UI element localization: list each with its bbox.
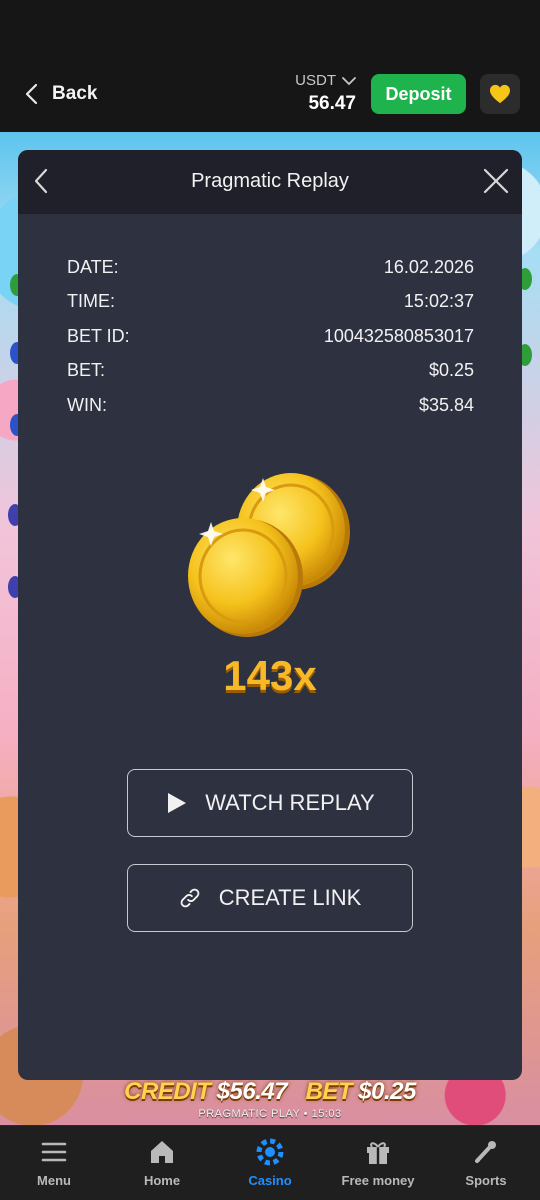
nav-label: Menu xyxy=(37,1173,71,1188)
info-label: DATE: xyxy=(67,257,119,277)
casino-icon xyxy=(256,1138,284,1166)
info-value: 100432580853017 xyxy=(323,325,474,346)
game-credit-line: CREDIT $56.47 BET $0.25 xyxy=(0,1078,540,1106)
currency-label: USDT xyxy=(295,72,336,89)
info-row-bet: BET: $0.25 xyxy=(67,360,474,394)
info-value: 15:02:37 xyxy=(403,291,474,312)
nav-sports[interactable]: Sports xyxy=(432,1126,540,1200)
back-button[interactable]: Back xyxy=(24,80,97,108)
credit-label: CREDIT xyxy=(124,1078,211,1105)
menu-icon xyxy=(41,1142,67,1162)
credit-value: $56.47 xyxy=(216,1078,288,1105)
bottom-nav: Menu Home Casino Free money Sports xyxy=(0,1125,540,1200)
close-icon[interactable] xyxy=(482,167,510,195)
info-row-date: DATE: 16.02.2026 xyxy=(67,257,474,291)
bet-value: $0.25 xyxy=(358,1078,416,1105)
create-link-label: CREATE LINK xyxy=(218,885,362,910)
bet-label: BET xyxy=(305,1078,353,1105)
nav-label: Casino xyxy=(248,1173,292,1188)
modal-title: Pragmatic Replay xyxy=(191,170,349,192)
nav-free-money[interactable]: Free money xyxy=(324,1126,432,1200)
info-value: $0.25 xyxy=(428,360,474,381)
nav-home[interactable]: Home xyxy=(108,1126,216,1200)
coins-icon xyxy=(188,473,350,637)
win-multiplier: 143x xyxy=(223,652,317,699)
info-row-time: TIME: 15:02:37 xyxy=(67,291,474,325)
info-label: BET ID: xyxy=(67,325,130,346)
wallet-balance[interactable]: USDT 56.47 xyxy=(295,72,356,115)
info-value: 16.02.2026 xyxy=(383,257,474,277)
currency-selector[interactable]: USDT xyxy=(295,72,356,89)
modal-header: Pragmatic Replay xyxy=(18,150,522,214)
nav-label: Home xyxy=(143,1173,181,1188)
watch-replay-label: WATCH REPLAY xyxy=(205,790,375,815)
game-provider-line: PRAGMATIC PLAY • 15:03 xyxy=(198,1108,342,1120)
info-label: BET: xyxy=(67,360,106,381)
info-label: TIME: xyxy=(67,291,115,312)
nav-casino[interactable]: Casino xyxy=(216,1126,324,1200)
play-icon xyxy=(168,793,187,813)
nav-menu[interactable]: Menu xyxy=(0,1126,108,1200)
create-link-button[interactable]: CREATE LINK xyxy=(127,864,413,932)
replay-modal: Pragmatic Replay DATE: 16.02.2026 TIME: … xyxy=(18,150,522,1080)
heart-icon xyxy=(490,84,510,104)
info-row-bet-id: BET ID: 100432580853017 xyxy=(67,326,474,360)
home-icon xyxy=(151,1141,173,1163)
favorite-button[interactable] xyxy=(480,74,520,114)
chevron-down-icon xyxy=(342,76,356,85)
nav-label: Sports xyxy=(465,1173,507,1188)
info-value: $35.84 xyxy=(418,394,474,415)
balance-amount: 56.47 xyxy=(308,93,356,114)
chevron-left-icon xyxy=(25,83,38,105)
nav-label: Free money xyxy=(341,1173,415,1188)
watch-replay-button[interactable]: WATCH REPLAY xyxy=(127,769,413,837)
sports-icon xyxy=(475,1141,496,1163)
info-label: WIN: xyxy=(67,394,107,415)
link-icon xyxy=(180,888,200,908)
back-label: Back xyxy=(52,83,98,104)
top-header: Back USDT 56.47 Deposit xyxy=(0,0,540,132)
bet-info-list: DATE: 16.02.2026 TIME: 15:02:37 BET ID: … xyxy=(67,257,474,429)
gift-icon xyxy=(367,1142,389,1164)
info-row-win: WIN: $35.84 xyxy=(67,395,474,429)
deposit-button[interactable]: Deposit xyxy=(371,74,466,114)
